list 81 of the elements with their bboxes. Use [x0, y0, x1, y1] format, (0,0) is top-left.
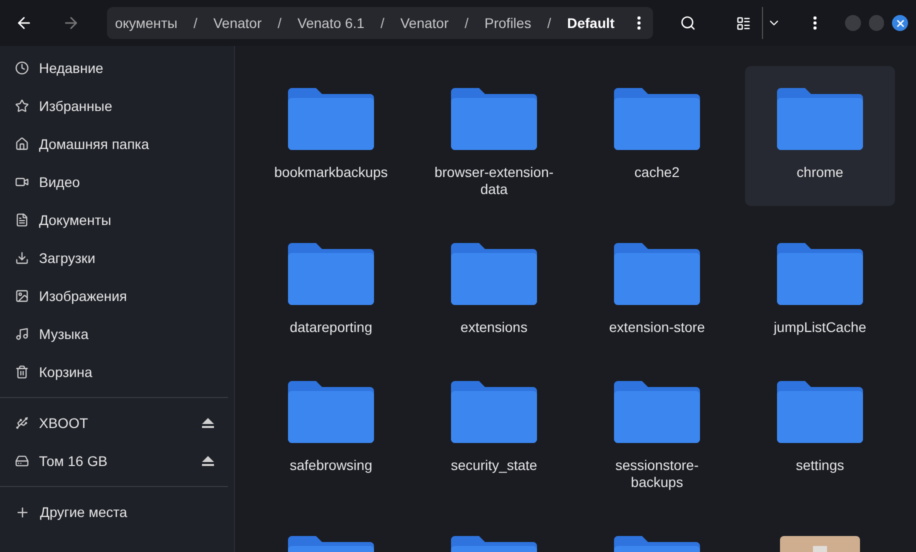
folder-item[interactable]: extension-store [582, 221, 732, 344]
path-separator: / [464, 14, 470, 33]
file-name: security_state [450, 457, 538, 474]
file-name: sessionstore-backups [614, 457, 700, 491]
folder-icon [288, 381, 374, 443]
file-name: jumpListCache [772, 319, 868, 336]
file-name: datareporting [288, 319, 374, 336]
folder-icon [451, 88, 537, 150]
eject-icon[interactable] [202, 456, 214, 466]
file-name: extension-store [608, 319, 706, 336]
path-separator: / [276, 14, 283, 33]
close-icon [894, 18, 906, 28]
clock-icon [15, 61, 29, 75]
sidebar-item[interactable]: Загрузки [0, 239, 234, 277]
folder-icon [288, 88, 374, 150]
sidebar-item[interactable]: XBOOT [0, 404, 234, 442]
path-segment[interactable]: Venator [396, 13, 453, 33]
folder-icon [614, 88, 700, 150]
path-segment[interactable]: Profiles [480, 13, 536, 33]
sidebar-item[interactable]: Корзина [0, 353, 234, 391]
usb-icon [15, 416, 29, 430]
folder-icon [777, 88, 863, 150]
file-name: chrome [796, 164, 844, 181]
trash-icon [15, 365, 29, 379]
menu-dots-icon [636, 16, 641, 30]
search-icon [680, 15, 696, 31]
path-segment[interactable]: Venato 6.1 [294, 13, 368, 33]
path-separator: / [546, 14, 552, 33]
folder-item[interactable]: settings [745, 359, 895, 499]
file-name: browser-extension-data [433, 164, 555, 198]
sidebar-item[interactable]: Видео [0, 163, 234, 201]
folder-item[interactable]: cache2 [582, 66, 732, 206]
folder-item[interactable]: jumpListCache [745, 221, 895, 344]
folder-item[interactable]: browser-extension-data [419, 66, 569, 206]
folder-icon [288, 243, 374, 305]
image-icon [15, 289, 29, 303]
device-label: Том 16 GB [39, 452, 108, 471]
download-icon [15, 251, 29, 265]
folder-item[interactable]: security_state [419, 359, 569, 499]
close-button[interactable] [892, 15, 908, 31]
sidebar-item[interactable]: Домашняя папка [0, 125, 234, 163]
drive-icon [15, 454, 29, 468]
folder-icon [614, 243, 700, 305]
sidebar-item[interactable]: Избранные [0, 87, 234, 125]
video-camera-icon [15, 175, 29, 189]
sidebar-item[interactable]: Музыка [0, 315, 234, 353]
folder-item[interactable]: chrome [745, 66, 895, 206]
path-segment[interactable]: Default [563, 13, 619, 33]
music-note-icon [15, 327, 29, 341]
folder-icon [614, 381, 700, 443]
folder-item[interactable]: extensions [419, 221, 569, 344]
path-separator: / [192, 14, 198, 33]
sidebar-item[interactable]: Документы [0, 201, 234, 239]
path-separator: / [379, 14, 386, 33]
device-label: XBOOT [39, 414, 88, 433]
file-name: extensions [460, 319, 528, 336]
list-view-icon [736, 16, 752, 30]
folder-item[interactable]: datareporting [256, 221, 406, 344]
file-name: settings [794, 457, 846, 474]
star-icon [15, 99, 29, 113]
sidebar-item[interactable]: Недавние [0, 49, 234, 87]
folder-item[interactable]: sessionstore-backups [582, 359, 732, 499]
menu-dots-icon [813, 16, 818, 30]
file-name: safebrowsing [288, 457, 374, 474]
path-segment[interactable]: окументы [110, 13, 182, 33]
file-name: cache2 [633, 164, 681, 181]
path-segment[interactable]: Venator [209, 13, 266, 33]
document-icon [15, 213, 29, 227]
sidebar-item[interactable]: Другие места [0, 493, 234, 531]
sidebar-item[interactable]: Том 16 GB [0, 442, 234, 480]
folder-icon [777, 243, 863, 305]
folder-item[interactable]: safebrowsing [256, 359, 406, 499]
folder-icon [451, 381, 537, 443]
home-icon [15, 137, 29, 151]
file-name: bookmarkbackups [273, 164, 389, 181]
plus-icon [15, 504, 30, 520]
sidebar-item[interactable]: Изображения [0, 277, 234, 315]
folder-icon [777, 381, 863, 443]
eject-icon[interactable] [202, 418, 214, 428]
folder-icon [451, 243, 537, 305]
folder-item[interactable]: bookmarkbackups [256, 66, 406, 206]
